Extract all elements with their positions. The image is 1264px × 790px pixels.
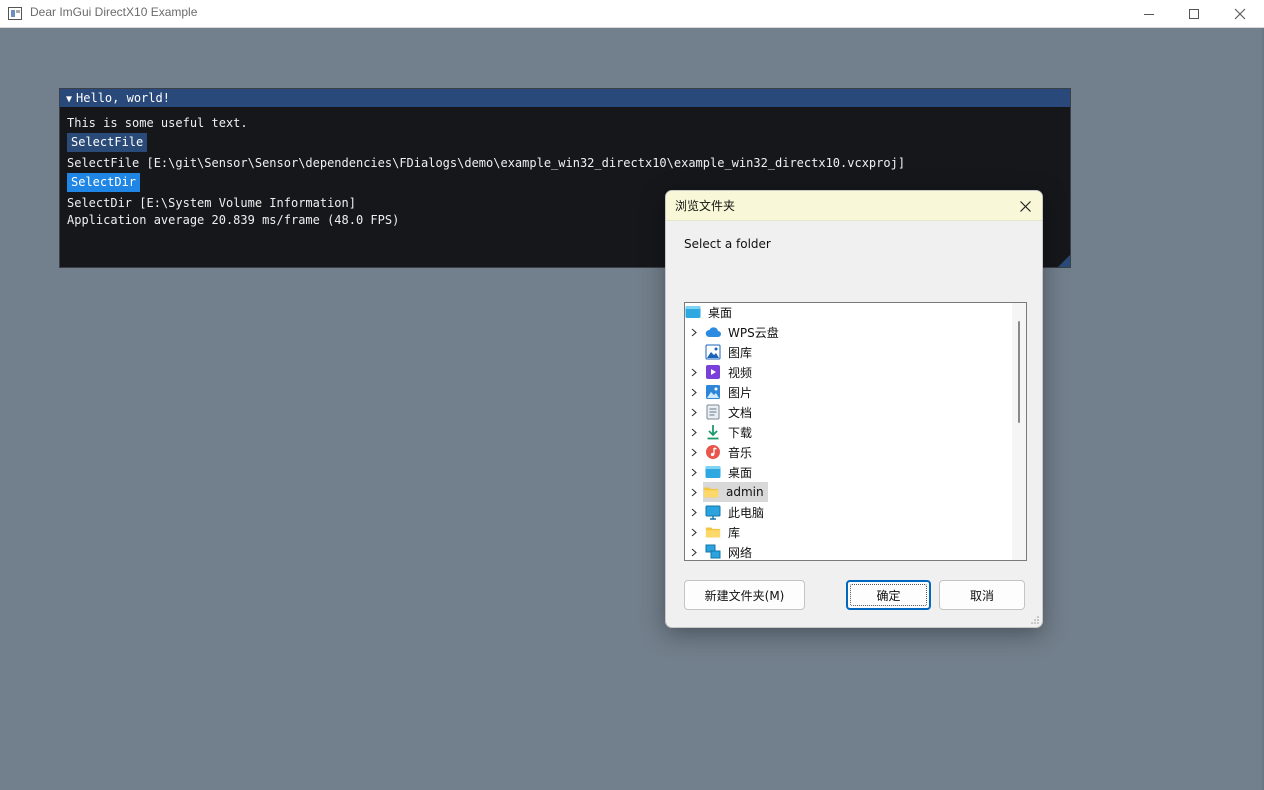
window-title: Dear ImGui DirectX10 Example: [30, 5, 198, 19]
music-icon: [705, 444, 721, 460]
dialog-title: 浏览文件夹: [675, 199, 736, 213]
chevron-right-icon[interactable]: [689, 542, 699, 560]
tree-item-label: 桌面: [708, 305, 733, 320]
select-dir-result: SelectDir [E:\System Volume Information]: [67, 196, 356, 210]
tree-item[interactable]: 下载: [687, 422, 754, 442]
chevron-right-icon[interactable]: [689, 462, 699, 482]
tree-item-label: 文档: [728, 405, 753, 420]
desktop-icon: [685, 304, 701, 320]
computer-icon: [705, 504, 721, 520]
size-grip-icon[interactable]: [1030, 615, 1040, 625]
tree-item-label: 库: [728, 525, 741, 540]
chevron-right-icon[interactable]: [689, 402, 699, 422]
pictures-icon: [705, 384, 721, 400]
maximize-icon: [1189, 9, 1199, 19]
select-file-result: SelectFile [E:\git\Sensor\Sensor\depende…: [67, 156, 906, 170]
app-icon: [8, 7, 22, 20]
tree-item[interactable]: 图库: [687, 342, 754, 362]
cancel-button[interactable]: 取消: [939, 580, 1025, 610]
tree-item[interactable]: 视频: [687, 362, 754, 382]
chevron-right-icon[interactable]: [689, 422, 699, 442]
chevron-right-icon[interactable]: [689, 322, 699, 342]
tree-item-label: 此电脑: [728, 505, 765, 520]
folder-icon: [703, 484, 719, 500]
gallery-icon: [705, 344, 721, 360]
fps-text: Application average 20.839 ms/frame (48.…: [67, 213, 400, 227]
chevron-right-icon[interactable]: [689, 382, 699, 402]
chevron-right-icon[interactable]: [689, 482, 699, 502]
tree-item[interactable]: 网络: [687, 542, 754, 560]
resize-grip[interactable]: [1058, 255, 1070, 267]
useful-text: This is some useful text.: [67, 116, 248, 130]
browse-folder-dialog: 浏览文件夹 Select a folder 桌面 WPS云盘图库视频图片文档下载音…: [665, 190, 1043, 628]
tree-item[interactable]: 此电脑: [687, 502, 766, 522]
minimize-icon: [1144, 13, 1154, 15]
tree-item-label: 图片: [728, 385, 753, 400]
chevron-right-icon[interactable]: [689, 442, 699, 462]
tree-scrollbar-thumb[interactable]: [1018, 321, 1020, 423]
tree-item-label: 视频: [728, 365, 753, 380]
imgui-window-titlebar[interactable]: ▼ Hello, world!: [60, 89, 1070, 107]
close-button[interactable]: [1217, 0, 1263, 28]
select-dir-button[interactable]: SelectDir: [67, 173, 141, 192]
library-folder-icon: [705, 524, 721, 540]
documents-icon: [705, 404, 721, 420]
close-icon: [1234, 8, 1246, 20]
collapse-arrow-icon[interactable]: ▼: [66, 91, 72, 109]
tree-item[interactable]: 桌面: [685, 303, 734, 322]
tree-item[interactable]: 桌面: [687, 462, 754, 482]
maximize-button[interactable]: [1171, 0, 1217, 28]
tree-item[interactable]: WPS云盘: [687, 322, 781, 342]
tree-item-label: 音乐: [728, 445, 753, 460]
cloud-icon: [705, 324, 721, 340]
chevron-right-icon[interactable]: [689, 502, 699, 522]
tree-item-label: WPS云盘: [728, 325, 779, 340]
tree-item[interactable]: 库: [687, 522, 742, 542]
download-icon: [705, 424, 721, 440]
video-icon: [705, 364, 721, 380]
dialog-titlebar: 浏览文件夹: [666, 191, 1042, 221]
tree-item-label: admin: [724, 484, 766, 500]
minimize-button[interactable]: [1126, 0, 1172, 28]
tree-scrollbar[interactable]: [1012, 303, 1026, 560]
desktop-icon: [705, 464, 721, 480]
tree-item-label: 网络: [728, 545, 753, 560]
tree-item[interactable]: 文档: [687, 402, 754, 422]
imgui-window-title: Hello, world!: [76, 91, 170, 105]
tree-item[interactable]: 图片: [687, 382, 754, 402]
tree-item[interactable]: 音乐: [687, 442, 754, 462]
new-folder-button[interactable]: 新建文件夹(M): [684, 580, 805, 610]
window-titlebar: Dear ImGui DirectX10 Example: [0, 0, 1264, 28]
dialog-prompt: Select a folder: [684, 237, 771, 251]
folder-tree[interactable]: 桌面 WPS云盘 图库 视频 图片 文档 下载 音乐 桌面 admin 此电脑库网络: [684, 302, 1027, 561]
network-icon: [705, 544, 721, 560]
tree-item[interactable]: admin: [691, 482, 768, 502]
close-icon: [1019, 200, 1031, 212]
tree-item-label: 下载: [728, 425, 753, 440]
tree-item-label: 图库: [728, 345, 753, 360]
select-file-button[interactable]: SelectFile: [67, 133, 148, 152]
chevron-right-icon[interactable]: [689, 362, 699, 382]
dialog-close-button[interactable]: [1014, 195, 1036, 217]
ok-button[interactable]: 确定: [846, 580, 931, 610]
tree-item-label: 桌面: [728, 465, 753, 480]
chevron-right-icon[interactable]: [689, 522, 699, 542]
